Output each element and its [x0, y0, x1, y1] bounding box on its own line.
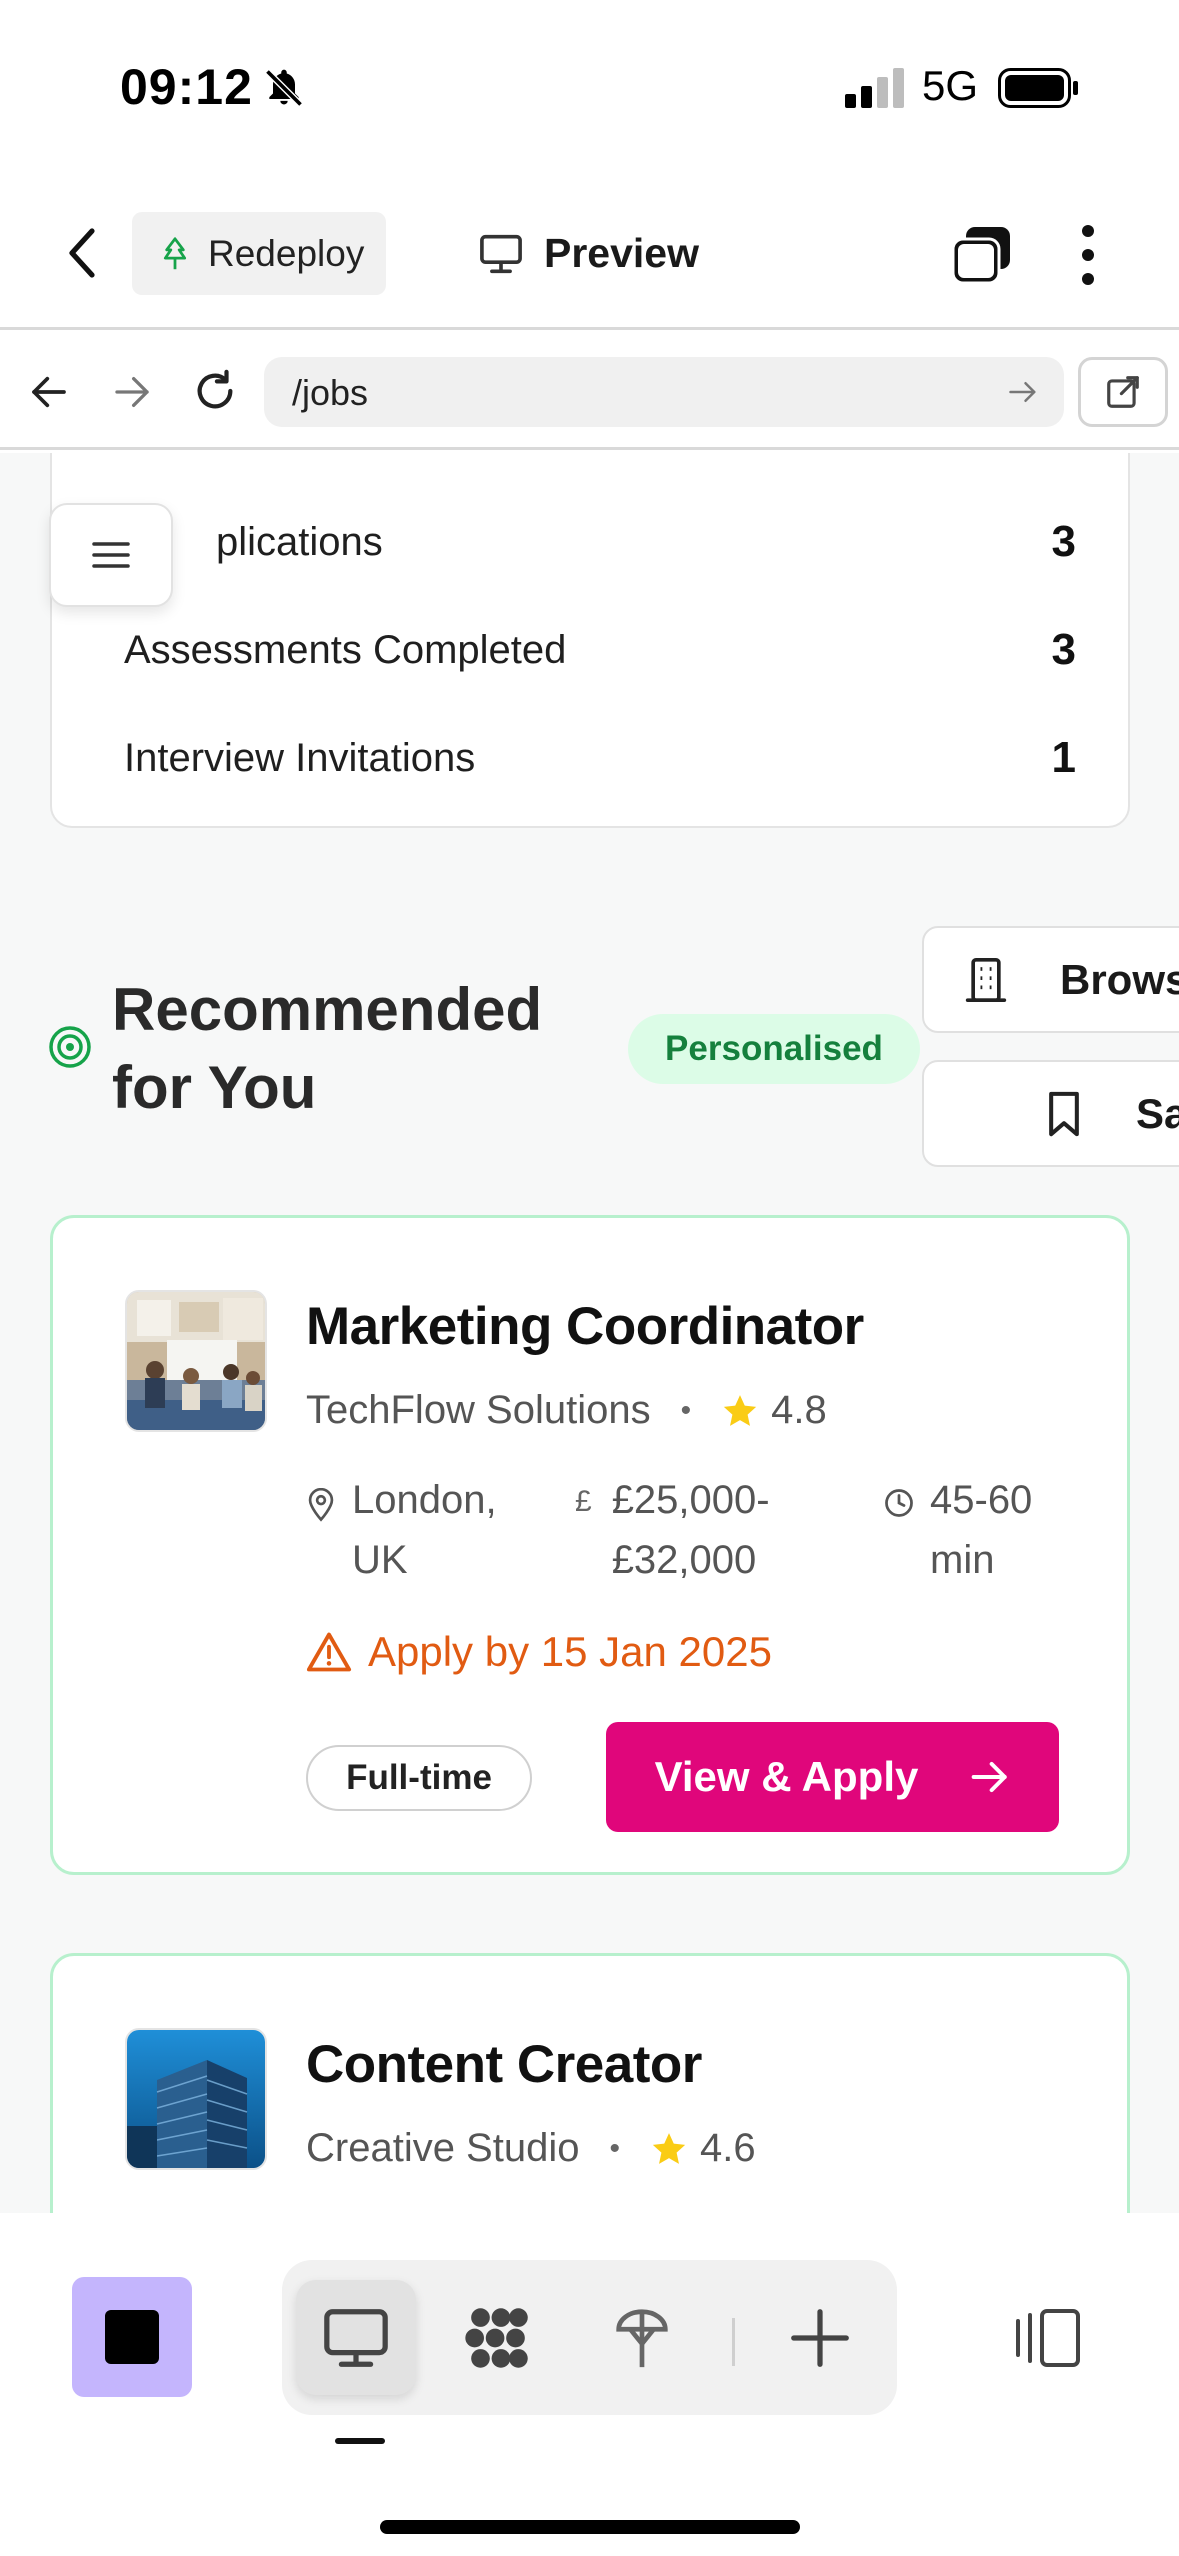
- deploy-button[interactable]: [582, 2280, 702, 2395]
- building-icon: [965, 957, 1007, 1002]
- job-title[interactable]: Content Creator: [306, 2034, 702, 2095]
- application-deadline: Apply by 15 Jan 2025: [306, 1628, 772, 1676]
- plus-icon: [791, 2308, 849, 2367]
- job-card[interactable]: Marketing Coordinator TechFlow Solutions…: [50, 1215, 1130, 1875]
- stat-label: Interview Invitations: [124, 735, 476, 780]
- open-external-button[interactable]: [1078, 357, 1168, 427]
- view-switcher: [282, 2260, 897, 2415]
- company-name: Creative Studio: [306, 2126, 580, 2170]
- arrow-right-icon: [972, 1761, 1008, 1793]
- clock-icon: [885, 1489, 913, 1517]
- bell-off-icon: [265, 69, 303, 107]
- active-tab-indicator: [335, 2438, 385, 2444]
- location-text: London, UK: [352, 1478, 497, 1582]
- more-vertical-icon[interactable]: [1068, 223, 1108, 287]
- job-company-row: Creative Studio • 4.6: [306, 2126, 756, 2171]
- app-toolbar: Redeploy Preview: [0, 175, 1179, 330]
- job-salary: £ £25,000-£32,000: [575, 1470, 802, 1590]
- go-arrow-icon[interactable]: [1008, 379, 1038, 405]
- office-photo: [127, 1292, 265, 1430]
- personalised-badge: Personalised: [628, 1014, 920, 1084]
- separator-dot: •: [609, 2131, 620, 2165]
- network-label: 5G: [922, 62, 979, 109]
- stat-row-assessments: Assessments Completed 3: [124, 615, 1114, 685]
- grid-icon: [465, 2307, 528, 2368]
- job-location: London, UK: [306, 1470, 522, 1590]
- add-button[interactable]: [760, 2280, 880, 2395]
- company-rating: 4.6: [700, 2126, 756, 2170]
- view-apply-button[interactable]: View & Apply: [606, 1722, 1059, 1832]
- url-text: /jobs: [292, 372, 369, 413]
- building-photo: [127, 2030, 265, 2168]
- pound-icon: £: [575, 1485, 592, 1518]
- section-title: Recommended for You: [112, 976, 543, 1121]
- app-icon-button[interactable]: [72, 2277, 192, 2397]
- components-button[interactable]: [438, 2280, 558, 2395]
- stat-row-applications: plications 3: [124, 507, 1114, 577]
- tabs-icon[interactable]: [950, 225, 1014, 285]
- desktop-view-button[interactable]: [296, 2280, 416, 2395]
- tree-icon: [163, 236, 187, 269]
- stop-square-icon: [105, 2310, 159, 2364]
- job-thumbnail: [125, 2028, 267, 2170]
- company-name: TechFlow Solutions: [306, 1388, 651, 1432]
- bottom-toolbar: [0, 2213, 1179, 2556]
- signal-icon: [845, 68, 904, 108]
- tree-icon: [616, 2308, 668, 2367]
- battery-icon: [998, 68, 1078, 108]
- job-card[interactable]: Content Creator Creative Studio • 4.6: [50, 1953, 1130, 2213]
- arrow-left-icon[interactable]: [28, 372, 70, 412]
- panel-icon[interactable]: [1012, 2307, 1082, 2369]
- star-icon: [652, 2132, 686, 2164]
- job-thumbnail: [125, 1290, 267, 1432]
- separator-dot: •: [680, 1393, 692, 1427]
- redeploy-label: Redeploy: [208, 232, 365, 274]
- browse-button[interactable]: Brows: [922, 926, 1179, 1033]
- stat-value: 1: [1051, 733, 1076, 782]
- stat-value: 3: [1051, 517, 1076, 566]
- job-type-pill: Full-time: [306, 1745, 532, 1811]
- warning-icon: [306, 1632, 352, 1672]
- star-icon: [723, 1394, 757, 1426]
- stat-row-interviews: Interview Invitations 1: [124, 723, 1114, 793]
- company-rating: 4.8: [771, 1388, 827, 1432]
- menu-button[interactable]: [49, 503, 173, 607]
- apply-label: View & Apply: [654, 1753, 919, 1800]
- job-duration: 45-60 min: [884, 1470, 1100, 1590]
- reload-icon[interactable]: [192, 368, 238, 414]
- url-input[interactable]: /jobs: [264, 357, 1064, 427]
- saved-label: Sa: [1136, 1089, 1179, 1137]
- stat-label: Assessments Completed: [124, 627, 567, 672]
- chevron-left-icon[interactable]: [60, 225, 108, 281]
- menu-icon: [92, 542, 130, 568]
- status-time: 09:12: [120, 59, 253, 115]
- page-content: plications 3 Assessments Completed 3 Int…: [0, 453, 1179, 2213]
- home-indicator: [380, 2520, 800, 2534]
- redeploy-button[interactable]: Redeploy: [132, 212, 386, 295]
- monitor-icon: [480, 234, 522, 273]
- job-company-row: TechFlow Solutions • 4.8: [306, 1388, 827, 1433]
- bookmark-icon: [1049, 1091, 1079, 1136]
- arrow-right-icon[interactable]: [112, 372, 152, 412]
- duration-text: 45-60 min: [930, 1478, 1033, 1582]
- target-icon: [49, 1026, 91, 1068]
- job-title[interactable]: Marketing Coordinator: [306, 1296, 864, 1357]
- stat-label: plications: [216, 519, 383, 564]
- external-link-icon: [1107, 376, 1139, 408]
- monitor-icon: [324, 2308, 388, 2367]
- preview-label: Preview: [544, 230, 699, 276]
- salary-text: £25,000-£32,000: [611, 1478, 770, 1582]
- map-pin-icon: [308, 1488, 334, 1522]
- browser-nav-bar: /jobs: [0, 330, 1179, 450]
- divider: [732, 2318, 735, 2366]
- saved-button[interactable]: Sa: [922, 1060, 1179, 1167]
- browse-label: Brows: [1060, 955, 1179, 1003]
- deadline-text: Apply by 15 Jan 2025: [368, 1628, 772, 1675]
- stat-value: 3: [1051, 625, 1076, 674]
- stats-card: plications 3 Assessments Completed 3 Int…: [50, 453, 1130, 828]
- status-bar: 09:12 5G: [0, 0, 1179, 175]
- preview-button[interactable]: Preview: [478, 212, 699, 295]
